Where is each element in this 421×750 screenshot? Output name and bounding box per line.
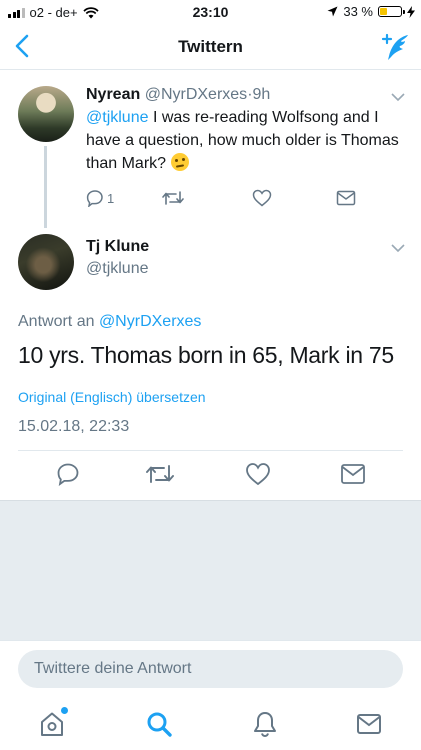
- parent-tweet-text: @tjklune I was re-reading Wolfsong and I…: [86, 106, 406, 175]
- retweet-button[interactable]: [162, 188, 184, 208]
- empty-replies-area: [0, 500, 421, 640]
- battery-percent: 33 %: [343, 4, 373, 19]
- messages-icon: [357, 714, 381, 734]
- heart-icon: [252, 189, 272, 207]
- retweet-icon[interactable]: [146, 462, 174, 486]
- nav-bar: Twittern: [0, 24, 421, 70]
- reply-icon: [86, 190, 103, 207]
- main-author-handle[interactable]: @tjklune: [86, 260, 149, 278]
- reply-bar: [0, 640, 421, 696]
- location-arrow-icon: [327, 6, 338, 17]
- thinking-face-emoji: [170, 153, 189, 171]
- thread-connector: [44, 146, 47, 228]
- notification-dot: [61, 707, 68, 714]
- tab-messages[interactable]: [355, 710, 383, 738]
- like-button[interactable]: [252, 188, 272, 208]
- replying-prefix: Antwort an: [18, 313, 95, 330]
- mail-icon[interactable]: [340, 463, 366, 485]
- reply-button[interactable]: 1: [86, 188, 114, 208]
- battery-icon: [378, 6, 405, 17]
- status-bar: o2 - de+ 23:10 33 %: [0, 0, 421, 24]
- replying-to: Antwort an @NyrDXerxes: [18, 313, 201, 331]
- tab-search[interactable]: [145, 710, 173, 738]
- parent-tweet-actions: 1: [86, 188, 366, 208]
- parent-tweet-header: Nyrean @NyrDXerxes·9h: [86, 86, 270, 104]
- mention-link[interactable]: @tjklune: [86, 109, 149, 126]
- search-icon: [147, 712, 172, 737]
- main-tweet-actions: [18, 462, 403, 488]
- tweet-timestamp: 15.02.18, 22:33: [18, 418, 130, 435]
- heart-icon[interactable]: [245, 462, 271, 486]
- translate-link[interactable]: Original (Englisch) übersetzen: [18, 389, 206, 405]
- parent-tweet-time: 9h: [252, 86, 271, 103]
- tab-home[interactable]: [38, 707, 68, 738]
- mail-icon: [336, 190, 356, 206]
- parent-tweet-menu-chevron-icon[interactable]: [391, 92, 405, 102]
- parent-author-handle[interactable]: @NyrDXerxes: [145, 86, 247, 103]
- avatar-tj-klune[interactable]: [18, 234, 74, 290]
- retweet-icon: [162, 191, 184, 205]
- reply-icon[interactable]: [56, 462, 80, 486]
- main-tweet-text: 10 yrs. Thomas born in 65, Mark in 75: [18, 342, 394, 368]
- charging-bolt-icon: [407, 5, 415, 18]
- main-tweet-menu-chevron-icon[interactable]: [391, 243, 405, 253]
- tab-bar: [0, 696, 421, 750]
- parent-author-name[interactable]: Nyrean: [86, 86, 140, 103]
- avatar-nyrean[interactable]: [18, 86, 74, 142]
- replying-to-link[interactable]: @NyrDXerxes: [99, 313, 201, 330]
- compose-tweet-icon[interactable]: [379, 32, 411, 62]
- home-icon: [41, 712, 63, 736]
- reply-count: 1: [107, 190, 115, 206]
- share-dm-button[interactable]: [336, 188, 356, 208]
- reply-input[interactable]: [18, 650, 403, 688]
- notifications-icon: [254, 712, 276, 738]
- divider: [18, 450, 403, 451]
- main-author-name[interactable]: Tj Klune: [86, 238, 149, 256]
- tab-notifications[interactable]: [251, 710, 279, 738]
- page-title: Twittern: [178, 37, 243, 56]
